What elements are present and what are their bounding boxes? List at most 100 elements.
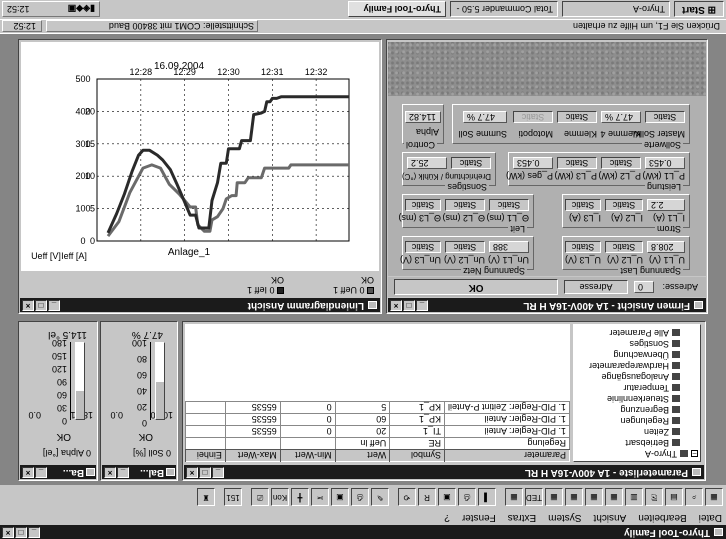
chart-minimize-button[interactable]: _ (48, 300, 60, 311)
soll-minimize-button[interactable]: _ (117, 467, 129, 478)
soll-close-button[interactable]: × (104, 467, 116, 478)
soll-window-title-bar[interactable]: Bal... _ × (102, 465, 176, 479)
static-button[interactable]: Static (513, 111, 553, 123)
toolbar-grid-icon[interactable]: ▦ (705, 488, 723, 507)
taskbar-thyro-tool[interactable]: Thyro-Tool Family (348, 1, 446, 17)
toolbar-ted-icon[interactable]: TED (525, 488, 543, 507)
toolbar-search-icon[interactable]: ⌕ (685, 488, 703, 507)
table-row[interactable]: Regelung RE Ueff ln (185, 437, 570, 450)
toolbar-refresh-icon[interactable]: ⟲ (398, 488, 416, 507)
static-button[interactable]: Static (645, 111, 685, 123)
column-header[interactable]: Parameter (444, 449, 570, 462)
column-header[interactable]: Symbol (389, 449, 445, 462)
tree-item[interactable]: Überwachung (613, 350, 680, 360)
static-button[interactable]: Static (445, 241, 485, 253)
chart-close-button[interactable]: × (22, 300, 34, 311)
firmen-minimize-button[interactable]: _ (416, 300, 428, 311)
menu-system[interactable]: System (548, 510, 581, 525)
toolbar-save-icon[interactable]: ▣ (438, 488, 456, 507)
column-header[interactable]: Min-Wert (280, 449, 336, 462)
adresse-suchen-button[interactable]: Adresse suchen (564, 280, 628, 294)
tree-expander-icon[interactable]: – (691, 450, 698, 458)
param-maximize-button[interactable]: □ (199, 467, 211, 478)
static-button[interactable]: Static (605, 241, 643, 253)
toolbar-table6-icon[interactable]: ▦ (505, 488, 523, 507)
tree-item[interactable]: Steuerkennlinie (607, 394, 680, 404)
chart-maximize-button[interactable]: □ (35, 300, 47, 311)
maximize-button[interactable]: □ (15, 527, 27, 538)
param-close-button[interactable]: × (186, 467, 198, 478)
toolbar-crosshair-icon[interactable]: ╋ (291, 488, 309, 507)
legend-item[interactable]: 0 Ueff 1 (333, 285, 374, 295)
start-button[interactable]: ⊞ Start (674, 1, 724, 17)
toolbar-chess-icon[interactable]: ♜ (197, 488, 215, 507)
tree-item[interactable]: Sonstiges (629, 339, 680, 349)
column-header[interactable]: Max-Wert (225, 449, 281, 462)
toolbar-151-icon[interactable]: 151 (224, 488, 242, 507)
toolbar-bar-icon[interactable]: ▐ (478, 488, 496, 507)
static-button[interactable]: Static (451, 157, 491, 169)
toolbar-r-icon[interactable]: R (418, 488, 436, 507)
adresse-input[interactable]: 0 (634, 281, 654, 293)
static-button[interactable]: Static (489, 199, 529, 211)
toolbar-table-icon[interactable]: ▥ (625, 488, 643, 507)
toolbar-table4-icon[interactable]: ▦ (565, 488, 583, 507)
static-button[interactable]: Static (445, 199, 485, 211)
menu-datei[interactable]: Datei (699, 510, 722, 525)
firmen-maximize-button[interactable]: □ (403, 300, 415, 311)
tree-item[interactable]: Alle Parameter (609, 328, 680, 338)
static-button[interactable]: Static (601, 157, 641, 169)
tree-item[interactable]: Begrenzung (620, 405, 680, 415)
static-button[interactable]: Static (565, 199, 601, 211)
column-header[interactable]: Einhei (185, 449, 226, 462)
tree-item[interactable]: Regelungen (620, 416, 680, 426)
toolbar-monitor-icon[interactable]: ⎚ (251, 488, 269, 507)
app-title-bar[interactable]: Thyro-Tool Family _ □ × (0, 525, 726, 539)
menu-bearbeiten[interactable]: Bearbeiten (638, 510, 686, 525)
tree-item[interactable]: Zeiten (644, 427, 680, 437)
firmen-window-title-bar[interactable]: Firmen Ansicht - 1A 400V-16A H RL _ □ × (388, 298, 706, 312)
toolbar-list-icon[interactable]: ▤ (665, 488, 683, 507)
legend-item[interactable]: 0 Ieff 1 (247, 285, 284, 295)
menu-ansicht[interactable]: Ansicht (593, 510, 626, 525)
table-cell[interactable]: 20 (335, 425, 390, 438)
tree-item[interactable]: Analogausgänge (601, 372, 680, 382)
tree-item[interactable]: Temperatur (623, 383, 680, 393)
toolbar-table5-icon[interactable]: ▦ (545, 488, 563, 507)
table-row[interactable]: 1. PID-Regler: Anteil TI_1 20 0 65535 (185, 425, 570, 438)
ok-button[interactable]: OK (394, 279, 558, 295)
toolbar-disk-icon[interactable]: ▣ (331, 488, 349, 507)
tree-view[interactable]: – Thyro-A Betriebsart Zeiten Regelungen B… (573, 324, 701, 462)
static-button[interactable]: Static (557, 111, 597, 123)
alpha-minimize-button[interactable]: _ (35, 467, 47, 478)
static-button[interactable]: Static (605, 199, 643, 211)
toolbar-table2-icon[interactable]: ▦ (605, 488, 623, 507)
static-button[interactable]: Static (565, 241, 601, 253)
param-minimize-button[interactable]: _ (212, 467, 224, 478)
toolbar-scissors-icon[interactable]: ✂ (311, 488, 329, 507)
menu-fenster[interactable]: Fenster (462, 510, 496, 525)
minimize-button[interactable]: _ (28, 527, 40, 538)
alpha-window-title-bar[interactable]: Ba... _ × (20, 465, 96, 479)
firmen-close-button[interactable]: × (390, 300, 402, 311)
menu-help[interactable]: ? (444, 510, 450, 525)
static-button[interactable]: Static (405, 241, 441, 253)
toolbar-printer-icon[interactable]: ⎙ (351, 488, 369, 507)
table-cell[interactable]: Ueff ln (335, 437, 390, 450)
taskbar-thyro-a[interactable]: Thyro-A (562, 1, 670, 17)
taskbar-total-commander[interactable]: Total Commander 5.50 - A... (450, 1, 558, 17)
column-header[interactable]: Wert (335, 449, 390, 462)
table-row[interactable]: 1. PID-Regler: Anteil KP_1 60 0 65535 (185, 413, 570, 426)
toolbar-print-icon[interactable]: ⎙ (458, 488, 476, 507)
static-button[interactable]: Static (405, 199, 441, 211)
menu-extras[interactable]: Extras (508, 510, 536, 525)
table-row[interactable]: 1. PID-Regler: Zeitint P-Anteil KP_1 5 0… (185, 401, 570, 414)
tree-item[interactable]: Hardwareparameter (589, 361, 680, 371)
toolbar-table3-icon[interactable]: ▦ (585, 488, 603, 507)
static-button[interactable]: Static (557, 157, 597, 169)
param-window-title-bar[interactable]: Parameterliste - 1A 400V-16A H RL _ □ × (184, 465, 704, 479)
toolbar-copy-icon[interactable]: ⎘ (645, 488, 663, 507)
close-button[interactable]: × (2, 527, 14, 538)
toolbar-pencil-icon[interactable]: ✎ (371, 488, 389, 507)
tree-item[interactable]: Betriebsart (625, 438, 680, 448)
